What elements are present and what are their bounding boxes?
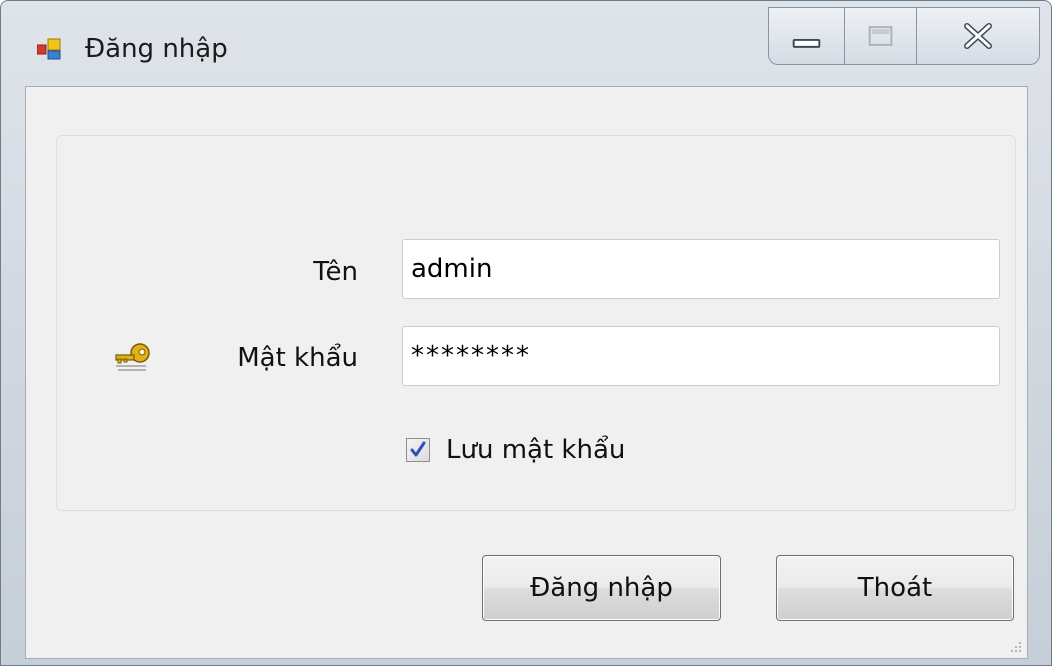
maximize-icon [868, 26, 893, 46]
form-window-icon [36, 37, 61, 61]
name-label: Tên [313, 257, 358, 287]
remember-password-label: Lưu mật khẩu [446, 435, 626, 465]
caption-buttons [768, 7, 1040, 65]
window-title: Đăng nhập [85, 34, 228, 64]
minimize-icon [792, 38, 821, 48]
remember-password-checkbox[interactable] [406, 438, 430, 462]
login-button[interactable]: Đăng nhập [482, 555, 721, 621]
password-label: Mật khẩu [237, 343, 358, 373]
minimize-button[interactable] [769, 8, 845, 64]
remember-password-option[interactable]: Lưu mật khẩu [406, 434, 625, 466]
username-input[interactable] [402, 239, 1000, 299]
close-icon [964, 23, 992, 49]
title-bar[interactable]: Đăng nhập [1, 1, 1051, 81]
resize-grip-icon[interactable] [1007, 638, 1023, 654]
form-client-area: Tên Mật khẩu [25, 86, 1028, 659]
exit-button[interactable]: Thoát [776, 555, 1014, 621]
maximize-button[interactable] [845, 8, 917, 64]
key-icon [114, 339, 154, 375]
check-mark-icon [410, 441, 426, 457]
password-input[interactable] [402, 326, 1000, 386]
login-panel: Tên Mật khẩu [56, 135, 1016, 511]
login-window: Đăng nhập Tên admin Mật khẩu ******** Lư… [0, 0, 1052, 666]
close-button[interactable] [917, 8, 1039, 64]
